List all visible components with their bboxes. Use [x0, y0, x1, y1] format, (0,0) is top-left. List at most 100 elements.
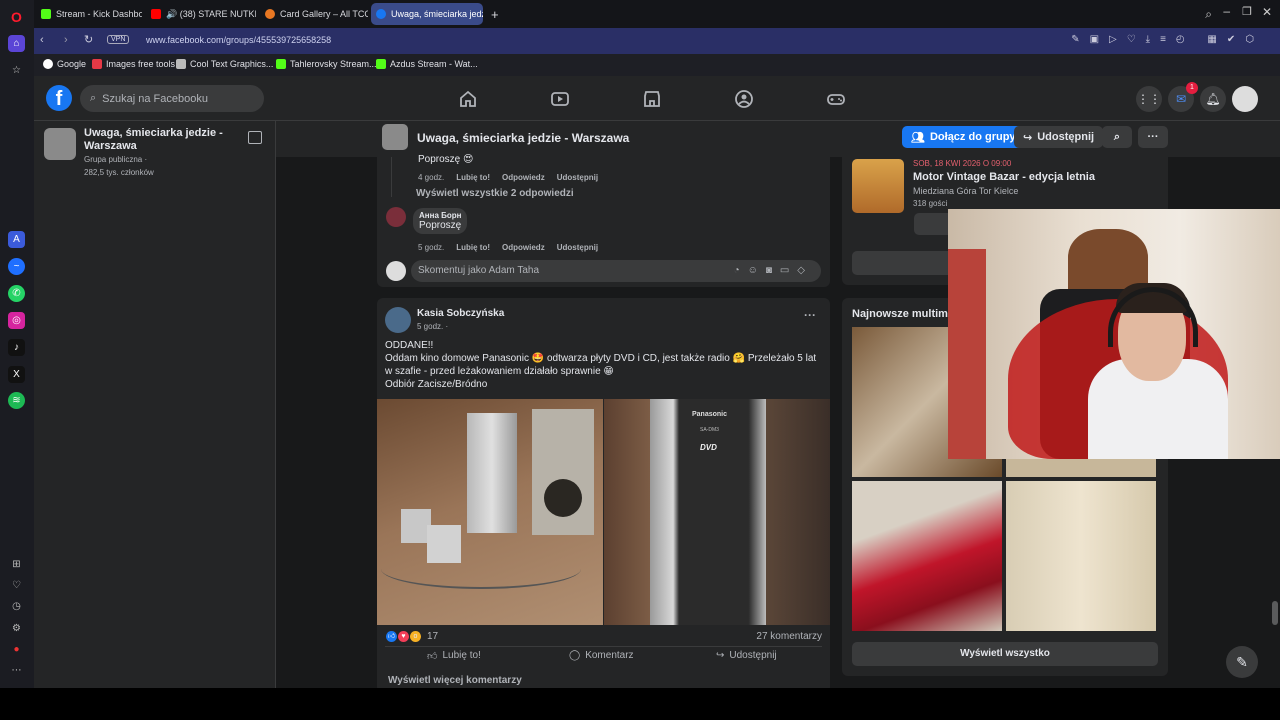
event-thumbnail[interactable] — [852, 159, 904, 213]
opera-logo-icon[interactable]: O — [8, 8, 25, 25]
group-header-title[interactable]: Uwaga, śmieciarka jedzie - Warszawa — [417, 131, 629, 145]
group-thumbnail[interactable] — [44, 128, 76, 160]
media-thumb-4[interactable] — [1006, 481, 1156, 631]
home-nav-icon[interactable] — [458, 89, 478, 109]
divider — [385, 646, 822, 647]
tab-kick[interactable]: Stream - Kick Dashboard — [36, 3, 142, 25]
share-group-button[interactable]: ↪ Udostępnij — [1014, 126, 1104, 148]
ublock-icon[interactable]: ● — [8, 641, 25, 658]
aria-icon[interactable]: A — [8, 231, 25, 248]
previous-post-comments: Poproszę 😍 4 godz. Lubię to! Odpowiedz U… — [377, 154, 830, 287]
minimize-icon[interactable]: – — [1223, 4, 1230, 18]
more-comments-link[interactable]: Wyświetl więcej komentarzy — [388, 675, 522, 686]
search-input[interactable]: ⌕ Szukaj na Facebooku — [80, 85, 264, 112]
address-bar-actions[interactable]: ✎▣▷♡⤓≡◴ ▦✔⬡ — [1071, 34, 1264, 45]
post-author-avatar[interactable] — [385, 307, 411, 333]
comment-button[interactable]: ◯ Komentarz — [569, 650, 634, 661]
bookmark-google[interactable]: Google — [43, 59, 86, 69]
thumbs-up-icon: 👍︎ — [427, 651, 438, 662]
messenger-icon[interactable]: ~ — [8, 258, 25, 275]
show-replies-link[interactable]: Wyświetl wszystkie 2 odpowiedzi — [416, 188, 574, 199]
subwoofer-port — [544, 479, 582, 517]
show-all-media-button[interactable]: Wyświetl wszystko — [852, 642, 1158, 666]
post-photo-2[interactable]: Panasonic SA-DM3 DVD — [604, 399, 830, 625]
gaming-nav-icon[interactable] — [826, 89, 846, 109]
vpn-badge[interactable]: VPN — [107, 35, 130, 44]
settings-icon[interactable]: ⚙ — [8, 620, 25, 637]
media-thumb-3[interactable] — [852, 481, 1002, 631]
collapse-panel-icon[interactable] — [248, 131, 262, 144]
opera-sidebar: O ⌂ ☆ A ~ ✆ ◎ ♪ X ≋ ⊞ ♡ ◷ ⚙ ● ⋯ — [0, 0, 34, 688]
join-group-button[interactable]: 👥︎ Dołącz do grupy — [902, 126, 1025, 148]
event-guests: 318 gości — [913, 199, 948, 208]
group-more-button[interactable]: ··· — [1138, 126, 1168, 148]
group-left-panel: Uwaga, śmieciarka jedzie - Warszawa Grup… — [34, 121, 276, 688]
back-icon[interactable]: ‹ — [40, 34, 44, 46]
comment-input[interactable]: Skomentuj jako Adam Taha ◔☺◙▭◇ — [411, 260, 821, 282]
bookmark-tahlerovsky[interactable]: Tahlerovsky Stream... — [276, 59, 377, 69]
event-title[interactable]: Motor Vintage Bazar - edycja letnia — [913, 171, 1095, 183]
heart-icon[interactable]: ♡ — [8, 577, 25, 594]
x-icon[interactable]: X — [8, 366, 25, 383]
post-photo-1[interactable] — [377, 399, 603, 625]
page-scrollbar[interactable] — [1272, 601, 1278, 625]
facebook-logo[interactable]: f — [46, 85, 72, 111]
instagram-icon[interactable]: ◎ — [8, 312, 25, 329]
marketplace-nav-icon[interactable] — [642, 89, 662, 109]
comments-count[interactable]: 27 komentarzy — [756, 631, 822, 642]
youtube-icon — [151, 9, 161, 19]
restore-icon[interactable]: ❐ — [1242, 5, 1252, 18]
group-header-thumbnail — [382, 124, 408, 150]
apps-icon[interactable]: ⊞ — [8, 556, 25, 573]
post-author[interactable]: Kasia Sobczyńska — [417, 308, 504, 319]
commenter-avatar[interactable] — [386, 207, 406, 227]
brand-label: Panasonic — [692, 411, 728, 418]
home-icon[interactable]: ⌂ — [8, 35, 25, 52]
tab-facebook[interactable]: Uwaga, śmieciarka jedzie — [371, 3, 483, 25]
tiktok-icon[interactable]: ♪ — [8, 339, 25, 356]
history-icon[interactable]: ◷ — [8, 598, 25, 615]
star-icon[interactable]: ☆ — [8, 62, 25, 79]
share-button[interactable]: ↪ Udostępnij — [716, 650, 777, 661]
close-icon[interactable]: ✕ — [1262, 5, 1272, 19]
groups-nav-icon[interactable] — [734, 89, 754, 109]
group-name[interactable]: Uwaga, śmieciarka jedzie - Warszawa — [84, 127, 234, 153]
kick-icon — [41, 9, 51, 19]
group-search-button[interactable]: ⌕ — [1102, 126, 1132, 148]
bookmark-cool-text[interactable]: Cool Text Graphics... — [176, 59, 273, 69]
reload-icon[interactable]: ↻ — [84, 33, 93, 46]
more-icon[interactable]: ⋯ — [8, 662, 25, 679]
notifications-bell-icon[interactable]: 🔔︎ — [1200, 86, 1226, 112]
reactions[interactable]: 👍︎ ♥ o 17 — [386, 631, 438, 642]
post-card: Kasia Sobczyńska 5 godz. · ··· ODDANE!! … — [377, 298, 830, 688]
tab-card-gallery[interactable]: Card Gallery – All TCG Set — [260, 3, 368, 25]
menu-grid-icon[interactable]: ⋮⋮ — [1136, 86, 1162, 112]
model-label: SA-DM3 — [700, 427, 719, 433]
post-menu-button[interactable]: ··· — [804, 308, 816, 322]
new-message-button[interactable]: ✎ — [1226, 646, 1258, 678]
bookmark-images-free-tools[interactable]: Images free tools — [92, 59, 175, 69]
kick-icon — [276, 59, 286, 69]
subwoofer — [532, 409, 594, 535]
tab-youtube[interactable]: 🔊 (38) STARE NUTKI W P — [146, 3, 256, 25]
profile-avatar[interactable] — [1232, 86, 1258, 112]
comment-icon: ◯ — [569, 650, 581, 661]
spotify-icon[interactable]: ≋ — [8, 392, 25, 409]
search-tabs-icon[interactable]: ⌕ — [1205, 7, 1212, 22]
url-field[interactable]: www.facebook.com/groups/455539725658258 — [146, 35, 331, 45]
comment-actions: 5 godz. Lubię to! Odpowiedz Udostępnij — [418, 243, 599, 252]
share-icon: ↪ — [716, 650, 725, 661]
forward-icon[interactable]: › — [64, 34, 68, 46]
share-icon: ↪ — [1023, 131, 1033, 144]
whatsapp-icon[interactable]: ✆ — [8, 285, 25, 302]
dvd-unit: Panasonic SA-DM3 DVD — [650, 399, 766, 625]
dvd-logo: DVD — [700, 443, 717, 452]
post-time[interactable]: 5 godz. · — [417, 322, 448, 331]
bookmark-azdus[interactable]: Azdus Stream - Wat... — [376, 59, 478, 69]
speaker-tower — [467, 413, 517, 533]
comment-tools-icons[interactable]: ◔☺◙▭◇ — [734, 265, 813, 276]
new-tab-button[interactable]: + — [486, 3, 504, 25]
notification-badge: 1 — [1186, 82, 1198, 94]
like-button[interactable]: 👍︎ Lubię to! — [427, 650, 481, 662]
video-nav-icon[interactable] — [550, 89, 570, 109]
